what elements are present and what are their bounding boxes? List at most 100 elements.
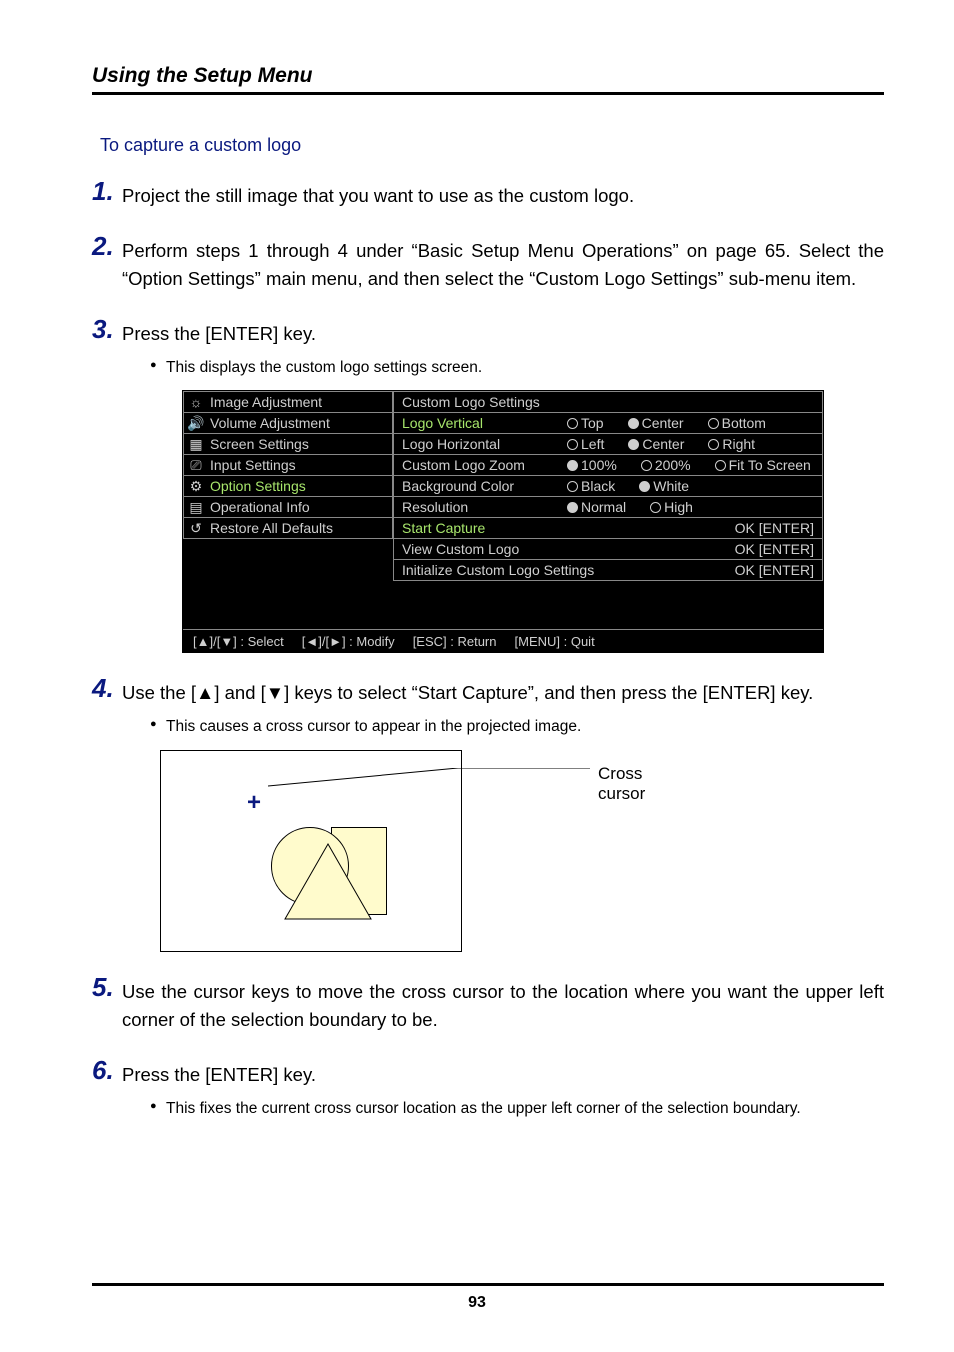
radio-option: 100% — [567, 457, 617, 473]
gear-icon: ⚙ — [188, 478, 204, 495]
step-body: Perform steps 1 through 4 under “Basic S… — [122, 237, 884, 294]
info-icon: ▤ — [188, 499, 204, 516]
hint: [ESC] : Return — [413, 634, 497, 649]
setting-options: 100% 200% Fit To Screen — [567, 457, 814, 473]
step-number: 5. — [92, 972, 114, 1003]
radio-dot-icon — [708, 439, 719, 450]
step-body: Use the [▲] and [▼] keys to select “Star… — [122, 679, 884, 708]
option-text: Bottom — [722, 415, 766, 431]
step-number: 1. — [92, 176, 114, 207]
step-body: Project the still image that you want to… — [122, 182, 884, 211]
step-body: Press the [ENTER] key. — [122, 1061, 884, 1090]
menu-item: ↺Restore All Defaults — [183, 518, 393, 539]
radio-dot-icon — [639, 481, 650, 492]
step-number: 6. — [92, 1055, 114, 1086]
menu-item: ☼Image Adjustment — [183, 391, 393, 413]
ok-label: OK [ENTER] — [735, 562, 814, 578]
radio-option: Top — [567, 415, 604, 431]
bullet: This displays the custom logo settings s… — [150, 357, 884, 379]
radio-dot-icon — [567, 439, 578, 450]
hint: [MENU] : Quit — [515, 634, 595, 649]
radio-option: Center — [628, 415, 684, 431]
radio-option: Black — [567, 478, 615, 494]
action-label: View Custom Logo — [402, 541, 519, 557]
setting-options: Normal High — [567, 499, 814, 515]
option-text: White — [653, 478, 689, 494]
radio-dot-icon — [567, 418, 578, 429]
restore-icon: ↺ — [188, 520, 204, 537]
hint: [▲]/[▼] : Select — [193, 634, 284, 649]
option-text: Normal — [581, 499, 626, 515]
osd-setting-row: Logo Vertical Top Center Bottom — [393, 413, 823, 434]
title-rule — [92, 92, 884, 95]
ok-label: OK [ENTER] — [735, 520, 814, 536]
radio-option: Right — [708, 436, 755, 452]
footer-rule — [92, 1283, 884, 1286]
option-text: Left — [581, 436, 604, 452]
diagram-label: Cross cursor — [598, 764, 645, 804]
setting-label: Logo Vertical — [402, 415, 557, 431]
step-5: 5. Use the cursor keys to move the cross… — [92, 978, 884, 1035]
radio-dot-icon — [715, 460, 726, 471]
osd-hints: [▲]/[▼] : Select [◄]/[►] : Modify [ESC] … — [183, 629, 823, 652]
osd-screenshot: ☼Image Adjustment 🔊Volume Adjustment ▦Sc… — [182, 390, 824, 653]
radio-dot-icon — [628, 439, 639, 450]
radio-option: White — [639, 478, 689, 494]
setting-label: Background Color — [402, 478, 557, 494]
speaker-icon: 🔊 — [188, 415, 204, 432]
setting-options: Left Center Right — [567, 436, 814, 452]
setting-label: Custom Logo Zoom — [402, 457, 557, 473]
setting-label: Logo Horizontal — [402, 436, 557, 452]
radio-dot-icon — [567, 502, 578, 513]
step-number: 2. — [92, 231, 114, 262]
osd-setting-row: Resolution Normal High — [393, 497, 823, 518]
step-4: 4. Use the [▲] and [▼] keys to select “S… — [92, 679, 884, 951]
option-text: 200% — [655, 457, 691, 473]
option-text: Fit To Screen — [729, 457, 811, 473]
menu-item: ⎚Input Settings — [183, 455, 393, 476]
osd-setting-row: Custom Logo Zoom 100% 200% Fit To Screen — [393, 455, 823, 476]
radio-option: 200% — [641, 457, 691, 473]
step-2: 2. Perform steps 1 through 4 under “Basi… — [92, 237, 884, 294]
cross-cursor-diagram: + Cross cursor — [160, 750, 590, 952]
step-6: 6. Press the [ENTER] key. This fixes the… — [92, 1061, 884, 1119]
setting-options: Black White — [567, 478, 814, 494]
setting-label: Resolution — [402, 499, 557, 515]
option-text: High — [664, 499, 693, 515]
hint: [◄]/[►] : Modify — [302, 634, 395, 649]
osd-action-row: Initialize Custom Logo Settings OK [ENTER… — [393, 560, 823, 581]
radio-option: High — [650, 499, 693, 515]
option-text: Black — [581, 478, 615, 494]
menu-item-selected: ⚙Option Settings — [183, 476, 393, 497]
menu-item: ▤Operational Info — [183, 497, 393, 518]
action-label: Start Capture — [402, 520, 485, 536]
step-1: 1. Project the still image that you want… — [92, 182, 884, 211]
callout-line — [268, 778, 588, 779]
osd-setting-row: Logo Horizontal Left Center Right — [393, 434, 823, 455]
action-label: Initialize Custom Logo Settings — [402, 562, 594, 578]
radio-option: Normal — [567, 499, 626, 515]
setting-options: Top Center Bottom — [567, 415, 814, 431]
step-number: 4. — [92, 673, 114, 704]
radio-dot-icon — [567, 460, 578, 471]
radio-dot-icon — [567, 481, 578, 492]
radio-dot-icon — [641, 460, 652, 471]
ok-label: OK [ENTER] — [735, 541, 814, 557]
step-3: 3. Press the [ENTER] key. This displays … — [92, 320, 884, 653]
screen-icon: ▦ — [188, 436, 204, 453]
radio-option: Left — [567, 436, 604, 452]
step-number: 3. — [92, 314, 114, 345]
osd-action-row: Start Capture OK [ENTER] — [393, 518, 823, 539]
radio-dot-icon — [628, 418, 639, 429]
option-text: Top — [581, 415, 604, 431]
submenu-title: Custom Logo Settings — [393, 391, 823, 413]
radio-option: Bottom — [708, 415, 766, 431]
radio-option: Center — [628, 436, 684, 452]
radio-dot-icon — [650, 502, 661, 513]
bullet: This fixes the current cross cursor loca… — [150, 1098, 884, 1120]
step-body: Use the cursor keys to move the cross cu… — [122, 978, 884, 1035]
osd-action-row: View Custom Logo OK [ENTER] — [393, 539, 823, 560]
option-text: Center — [642, 415, 684, 431]
bullet: This causes a cross cursor to appear in … — [150, 716, 884, 738]
option-text: 100% — [581, 457, 617, 473]
